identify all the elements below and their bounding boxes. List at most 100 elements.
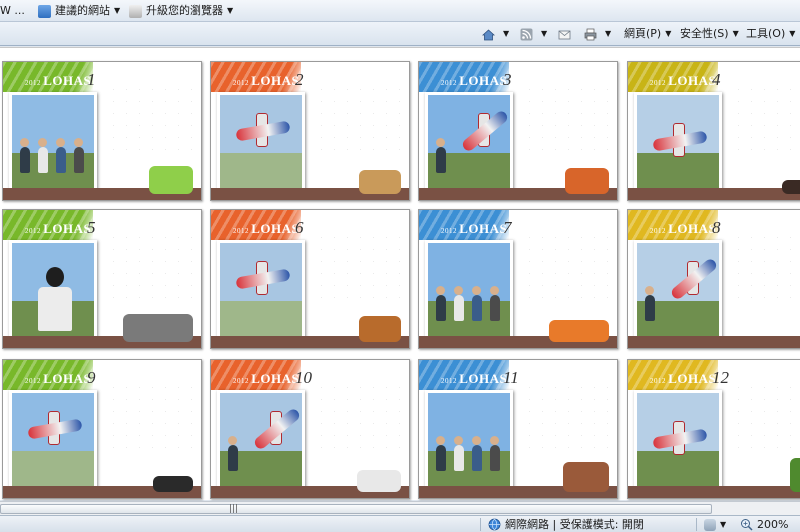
- calendar-date-cell: ·: [346, 421, 349, 427]
- calendar-week-row: ·······: [523, 442, 615, 454]
- calendar-week-row: ·······: [732, 406, 800, 418]
- calendar-date-cell: ·: [541, 409, 544, 415]
- calendar-page[interactable]: 2012 LOHAS 10 · · · · · · · · · · · · · · · · · · · · · · · · · · · ·…: [210, 359, 410, 499]
- calendar-week-row: ·······: [523, 120, 615, 132]
- person-head: [645, 286, 654, 295]
- read-mail-button[interactable]: [558, 26, 575, 42]
- calendar-date-cell: ·: [385, 295, 388, 301]
- calendar-date-cell: ·: [190, 295, 193, 301]
- calendar-week-row: ·······: [732, 120, 800, 132]
- calendar-date-cell: ·: [580, 99, 583, 105]
- calendar-year: 2012: [650, 377, 666, 385]
- security-zone[interactable]: 網際網路 | 受保護模式: 開閉: [488, 517, 644, 532]
- calendar-month-number: 4: [712, 70, 721, 89]
- calendar-page[interactable]: 2012 LOHAS 1 · · · · · · · · · · · · · · · · · · · · · · · · · · · · ·…: [2, 61, 202, 201]
- calendar-date-cell: ·: [190, 271, 193, 277]
- chevron-down-icon: ▼: [503, 29, 510, 38]
- calendar-date-cell: ·: [112, 283, 115, 289]
- calendar-date-cell: ·: [138, 123, 141, 129]
- calendar-date-cell: ·: [125, 99, 128, 105]
- page-tools-indicator[interactable]: ▼: [704, 517, 726, 532]
- calendar-week-row: ·······: [315, 430, 407, 442]
- calendar-date-cell: ·: [554, 421, 557, 427]
- calendar-week-row: ·······: [315, 382, 407, 394]
- calendar-date-cell: ·: [164, 247, 167, 253]
- calendar-date-cell: ·: [554, 147, 557, 153]
- calendar-page[interactable]: 2012 LOHAS 12 · · · · · · · · · · · · · · · · · · · · · · · · · · · ·…: [627, 359, 800, 499]
- calendar-date-cell: ·: [606, 271, 609, 277]
- calendar-week-row: ·······: [732, 382, 800, 394]
- calendar-date-cell: ·: [528, 445, 531, 451]
- calendar-date-cell: ·: [750, 235, 753, 241]
- calendar-date-cell: ·: [750, 147, 753, 153]
- calendar-date-cell: ·: [763, 271, 766, 277]
- calendar-date-cell: ·: [593, 247, 596, 253]
- status-divider: [480, 518, 481, 531]
- calendar-page[interactable]: 2012 LOHAS 9 · · · · · · · · · · · · · · · · · · · · · · · · · · · · ·…: [2, 359, 202, 499]
- calendar-date-cell: ·: [776, 295, 779, 301]
- calendar-page[interactable]: 2012 LOHAS 8 · · · · · · · · · · · · · · · · · · · · · · · · · · · · ·…: [627, 209, 800, 349]
- calendar-page[interactable]: 2012 LOHAS 3 · · · · · · · · · · · · · · · · · · · · · · · · · · · · ·…: [418, 61, 618, 201]
- calendar-date-cell: ·: [606, 147, 609, 153]
- calendar-page[interactable]: 2012 LOHAS 4 · · · · · · · · · · · · · · · · · · · · · · · · · · · · ·…: [627, 61, 800, 201]
- calendar-date-cell: ·: [125, 135, 128, 141]
- calendar-date-cell: ·: [151, 433, 154, 439]
- calendar-date-cell: ·: [320, 135, 323, 141]
- feeds-button[interactable]: ▼: [520, 26, 547, 42]
- page-menu[interactable]: 網頁(P) ▼: [624, 26, 671, 42]
- calendar-date-cell: ·: [776, 421, 779, 427]
- tools-menu[interactable]: 工具(O) ▼: [746, 26, 795, 42]
- calendar-week-row: ·······: [315, 84, 407, 96]
- calendar-date-cell: ·: [372, 409, 375, 415]
- calendar-date-cell: ·: [737, 99, 740, 105]
- calendar-date-cell: ·: [750, 99, 753, 105]
- calendar-date-cell: ·: [580, 283, 583, 289]
- calendar-date-cell: ·: [112, 421, 115, 427]
- zoom-control[interactable]: 200%: [740, 517, 788, 532]
- calendar-date-cell: ·: [125, 271, 128, 277]
- calendar-date-cell: ·: [333, 99, 336, 105]
- calendar-date-cell: ·: [112, 397, 115, 403]
- suggested-sites-button[interactable]: 建議的網站 ▼: [38, 3, 120, 19]
- person-figure: [228, 445, 238, 471]
- calendar-date-cell: ·: [151, 123, 154, 129]
- calendar-date-cell: ·: [398, 123, 401, 129]
- calendar-page[interactable]: 2012 LOHAS 7 · · · · · · · · · · · · · · · · · · · · · · · · · · · · ·…: [418, 209, 618, 349]
- calendar-photo: [425, 240, 513, 340]
- calendar-page[interactable]: 2012 LOHAS 2 · · · · · · · · · · · · · · · · · · · · · · · · · · · · ·…: [210, 61, 410, 201]
- horizontal-scrollbar[interactable]: |||: [0, 501, 800, 515]
- calendar-date-cell: ·: [554, 397, 557, 403]
- calendar-date-cell: ·: [750, 135, 753, 141]
- calendar-date-cell: ·: [372, 135, 375, 141]
- calendar-date-cell: ·: [528, 235, 531, 241]
- calendar-date-cell: ·: [112, 259, 115, 265]
- favorite-truncated[interactable]: W ...: [0, 3, 25, 19]
- calendar-page[interactable]: 2012 LOHAS 11 · · · · · · · · · · · · · · · · · · · · · · · · · · · ·…: [418, 359, 618, 499]
- calendar-date-cell: ·: [580, 111, 583, 117]
- security-zone-label: 網際網路 | 受保護模式: 開閉: [505, 518, 644, 531]
- calendar-date-cell: ·: [346, 397, 349, 403]
- scrollbar-thumb[interactable]: |||: [0, 504, 712, 514]
- calendar-year: 2012: [650, 79, 666, 87]
- calendar-page[interactable]: 2012 LOHAS 6 · · · · · · · · · · · · · · · · · · · · · · · · · · · · ·…: [210, 209, 410, 349]
- calendar-date-cell: ·: [541, 397, 544, 403]
- print-button[interactable]: ▼: [584, 26, 611, 42]
- calendar-date-cell: ·: [398, 235, 401, 241]
- upgrade-browser-button[interactable]: 升級您的瀏覽器 ▼: [129, 3, 233, 19]
- calendar-date-cell: ·: [372, 147, 375, 153]
- calendar-date-cell: ·: [567, 295, 570, 301]
- calendar-date-cell: ·: [737, 397, 740, 403]
- calendar-page[interactable]: 2012 LOHAS 5 · · · · · · · · · · · · · · · · · · · · · · · · · · · · ·…: [2, 209, 202, 349]
- home-button[interactable]: ▼: [482, 26, 509, 42]
- calendar-date-cell: ·: [789, 147, 792, 153]
- calendar-date-cell: ·: [398, 385, 401, 391]
- calendar-date-cell: ·: [606, 87, 609, 93]
- calendar-date-cell: ·: [789, 135, 792, 141]
- calendar-date-cell: ·: [554, 247, 557, 253]
- calendar-year: 2012: [25, 377, 41, 385]
- calendar-brand-name: LOHAS: [43, 73, 92, 88]
- calendar-date-cell: ·: [112, 147, 115, 153]
- calendar-brand-label: 2012 LOHAS: [25, 221, 91, 237]
- safety-menu[interactable]: 安全性(S) ▼: [680, 26, 739, 42]
- calendar-photo: [634, 240, 722, 340]
